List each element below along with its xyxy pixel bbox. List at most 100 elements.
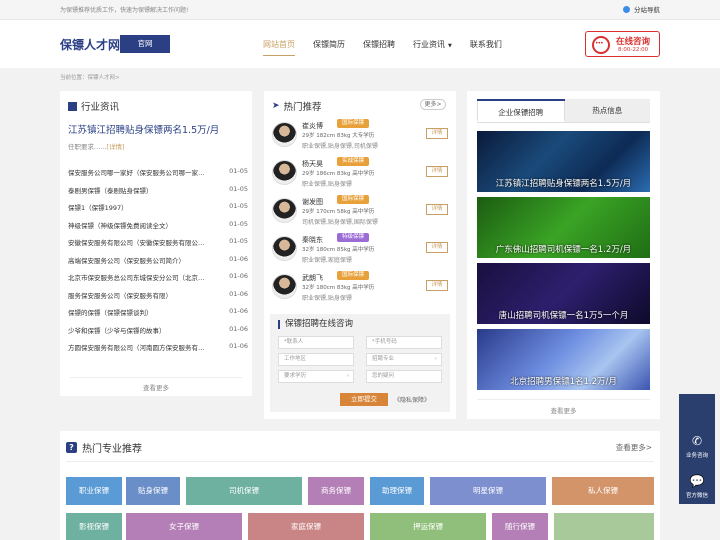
site-nav-label: 分站导航 — [634, 6, 660, 14]
privacy-link[interactable]: 《隐私保障》 — [394, 395, 430, 404]
candidate-info: 29岁 170cm 58kg 高中学历 — [302, 209, 375, 215]
divider — [70, 377, 242, 378]
wechat-button[interactable]: 💬 官方微信 — [679, 474, 715, 499]
candidate-card[interactable]: 秦晓东 特级保镖 32岁 180cm 85kg 高中学历 职业保镖,家庭保镖 详情 — [272, 233, 448, 267]
major-tag[interactable]: 押运保镖 — [370, 513, 486, 540]
news-list-item[interactable]: 方圆保安服务有限公司（河南圆方保安服务有… 01-06 — [68, 342, 248, 360]
contact-name-input[interactable]: *联系人 — [278, 336, 354, 349]
main-nav: 网站首页 保镖简历 保镖招聘 行业资讯 ▼ 联系我们 — [263, 39, 520, 56]
candidate-name: 崔炎博 — [302, 122, 323, 130]
candidate-info: 29岁 186cm 83kg 高中学历 — [302, 171, 375, 177]
avatar — [272, 160, 297, 185]
section-title: ? 热门专业推荐 — [66, 440, 142, 455]
news-list-item[interactable]: 北京市保安服务总公司东城保安分公司（北京… 01-06 — [68, 272, 248, 290]
phone-input[interactable]: *手机号码 — [366, 336, 442, 349]
news-list-item[interactable]: 服务保安服务公司（保安服务有限） 01-06 — [68, 290, 248, 308]
level-badge: 特级保镖 — [337, 233, 370, 242]
level-badge: 国际保镖 — [337, 271, 370, 280]
hot-more-button[interactable]: 更多> — [420, 99, 446, 110]
news-list-item[interactable]: 少爷和保镖（少爷与保镖的故事） 01-06 — [68, 325, 248, 343]
nav-news[interactable]: 行业资讯 ▼ — [413, 39, 452, 50]
divider — [477, 399, 650, 400]
consult-hours: 8:00-22:00 — [618, 47, 649, 53]
news-item-title: 保镖的保镖（保镖保镖谈判） — [68, 309, 153, 317]
news-item-title: 少爷和保镖（少爷与保镖的故事） — [68, 326, 166, 335]
chat-bubble-icon — [592, 36, 610, 54]
major-select[interactable]: 招聘专业 › — [366, 353, 442, 366]
major-tag[interactable]: 助理保镖 — [370, 477, 424, 505]
question-input[interactable]: 您的疑问 — [366, 370, 442, 383]
tab-enterprise-jobs[interactable]: 企业保镖招聘 — [477, 99, 565, 122]
candidate-info: 32岁 180cm 85kg 高中学历 — [302, 247, 375, 253]
online-consult-button[interactable]: 在线咨询 8:00-22:00 — [585, 31, 660, 57]
detail-button[interactable]: 详情 — [426, 280, 448, 291]
major-tag[interactable]: 司机保镖 — [186, 477, 302, 505]
featured-detail-link[interactable]: [详情] — [106, 143, 124, 151]
nav-contact[interactable]: 联系我们 — [470, 39, 502, 50]
major-tag[interactable]: 职业保镖 — [66, 477, 122, 505]
major-tag[interactable]: 明星保镖 — [430, 477, 546, 505]
job-banner[interactable]: 北京招聘男保镖1名1.2万/月 — [477, 329, 650, 390]
featured-news-title[interactable]: 江苏镇江招聘贴身保镖两名1.5万/月 — [68, 122, 219, 136]
candidate-card[interactable]: 谢发图 国际保镖 29岁 170cm 58kg 高中学历 司机保镖,贴身保镖,国际保镖… — [272, 195, 448, 229]
news-list-item[interactable]: 保镖的保镖（保镖保镖谈判） 01-06 — [68, 307, 248, 325]
chevron-down-icon: ▼ — [448, 43, 452, 49]
news-item-date: 01-06 — [229, 272, 248, 280]
nav-resumes[interactable]: 保镖简历 — [313, 39, 345, 50]
detail-button[interactable]: 详情 — [426, 242, 448, 253]
candidate-card[interactable]: 崔炎博 国际保镖 29岁 182cm 83kg 大专学历 职业保镖,贴身保镖,司机保镖… — [272, 119, 448, 153]
slogan: 为保镖推荐优质工作，快速为保镖解决工作问题! — [60, 7, 189, 14]
detail-button[interactable]: 详情 — [426, 204, 448, 215]
floating-sidebar: ✆ 业务咨询 💬 官方微信 — [679, 394, 715, 504]
wechat-icon: 💬 — [689, 474, 705, 488]
majors-more-link[interactable]: 查看更多> — [616, 442, 652, 453]
news-item-title: 北京市保安服务总公司东城保安分公司（北京… — [68, 274, 205, 282]
nav-jobs[interactable]: 保镖招聘 — [363, 39, 395, 50]
job-banner[interactable]: 江苏镇江招聘贴身保镖两名1.5万/月 — [477, 131, 650, 192]
nav-home[interactable]: 网站首页 — [263, 39, 295, 56]
phone-consult-button[interactable]: ✆ 业务咨询 — [679, 434, 715, 459]
location-pin-icon — [623, 5, 630, 13]
news-item-date: 01-06 — [229, 324, 248, 333]
education-select[interactable]: 要求学历 › — [278, 370, 354, 383]
candidate-card[interactable]: 武朗飞 国际保镖 32岁 180cm 83kg 高中学历 职业保镖,贴身保镖 详情 — [272, 271, 448, 305]
major-tag[interactable]: 贴身保镖 — [126, 477, 180, 505]
jobs-panel: 企业保镖招聘 热点信息 江苏镇江招聘贴身保镖两名1.5万/月 广东佛山招聘司机保… — [467, 91, 660, 419]
candidate-tags: 司机保镖,贴身保镖,国际保镖 — [302, 219, 378, 226]
major-tag[interactable]: 女子保镖 — [126, 513, 242, 540]
candidate-card[interactable]: 杨天昊 实战保镖 29岁 186cm 83kg 高中学历 职业保镖,贴身保镖 详情 — [272, 157, 448, 191]
detail-button[interactable]: 详情 — [426, 128, 448, 139]
divider — [66, 461, 654, 462]
news-item-date: 01-05 — [229, 219, 248, 228]
news-list-item[interactable]: 安徽保安服务有限公司（安徽保安服务有限公… 01-05 — [68, 237, 248, 255]
consult-title: 在线咨询 — [616, 37, 651, 47]
detail-button[interactable]: 详情 — [426, 166, 448, 177]
phone-icon: ✆ — [691, 434, 703, 448]
major-tag[interactable] — [554, 513, 654, 540]
major-tag[interactable]: 商务保镖 — [308, 477, 364, 505]
site-nav-link[interactable]: 分站导航 — [623, 4, 660, 14]
major-tag[interactable]: 私人保镖 — [552, 477, 654, 505]
news-list-item[interactable]: 高端保安服务公司（保安服务公司简介） 01-06 — [68, 255, 248, 273]
job-banner[interactable]: 唐山招聘司机保镖一名1万5一个月 — [477, 263, 650, 324]
news-item-date: 01-05 — [229, 167, 248, 175]
jobs-more-link[interactable]: 查看更多 — [467, 405, 660, 415]
site-logo[interactable]: 保镖人才网 — [60, 36, 120, 53]
candidate-tags: 职业保镖,贴身保镖,司机保镖 — [302, 143, 378, 150]
news-more-link[interactable]: 查看更多 — [60, 382, 252, 392]
news-list-item[interactable]: 保安服务公司哪一家好（保安服务公司哪一家… 01-05 — [68, 167, 248, 185]
tab-hot-info[interactable]: 热点信息 — [564, 99, 650, 122]
job-banner[interactable]: 广东佛山招聘司机保镖一名1.2万/月 — [477, 197, 650, 258]
news-list-item[interactable]: 神级保镖（神级保镖免费阅读全文） 01-05 — [68, 220, 248, 238]
news-list-item[interactable]: 保镖1（保镖1997） 01-05 — [68, 202, 248, 220]
news-list-item[interactable]: 泰剧男保镖（泰剧贴身保镖） 01-05 — [68, 185, 248, 203]
submit-button[interactable]: 立即提交 — [340, 393, 388, 406]
major-tag[interactable]: 随行保镖 — [492, 513, 548, 540]
news-item-title: 高端保安服务公司（保安服务公司简介） — [68, 256, 185, 265]
paper-plane-icon: ➤ — [272, 101, 280, 111]
major-tag[interactable]: 家庭保镖 — [248, 513, 364, 540]
work-area-input[interactable]: 工作地区 — [278, 353, 354, 366]
news-item-date: 01-06 — [229, 254, 248, 263]
level-badge: 国际保镖 — [337, 195, 370, 204]
major-tag[interactable]: 影视保镖 — [66, 513, 122, 540]
